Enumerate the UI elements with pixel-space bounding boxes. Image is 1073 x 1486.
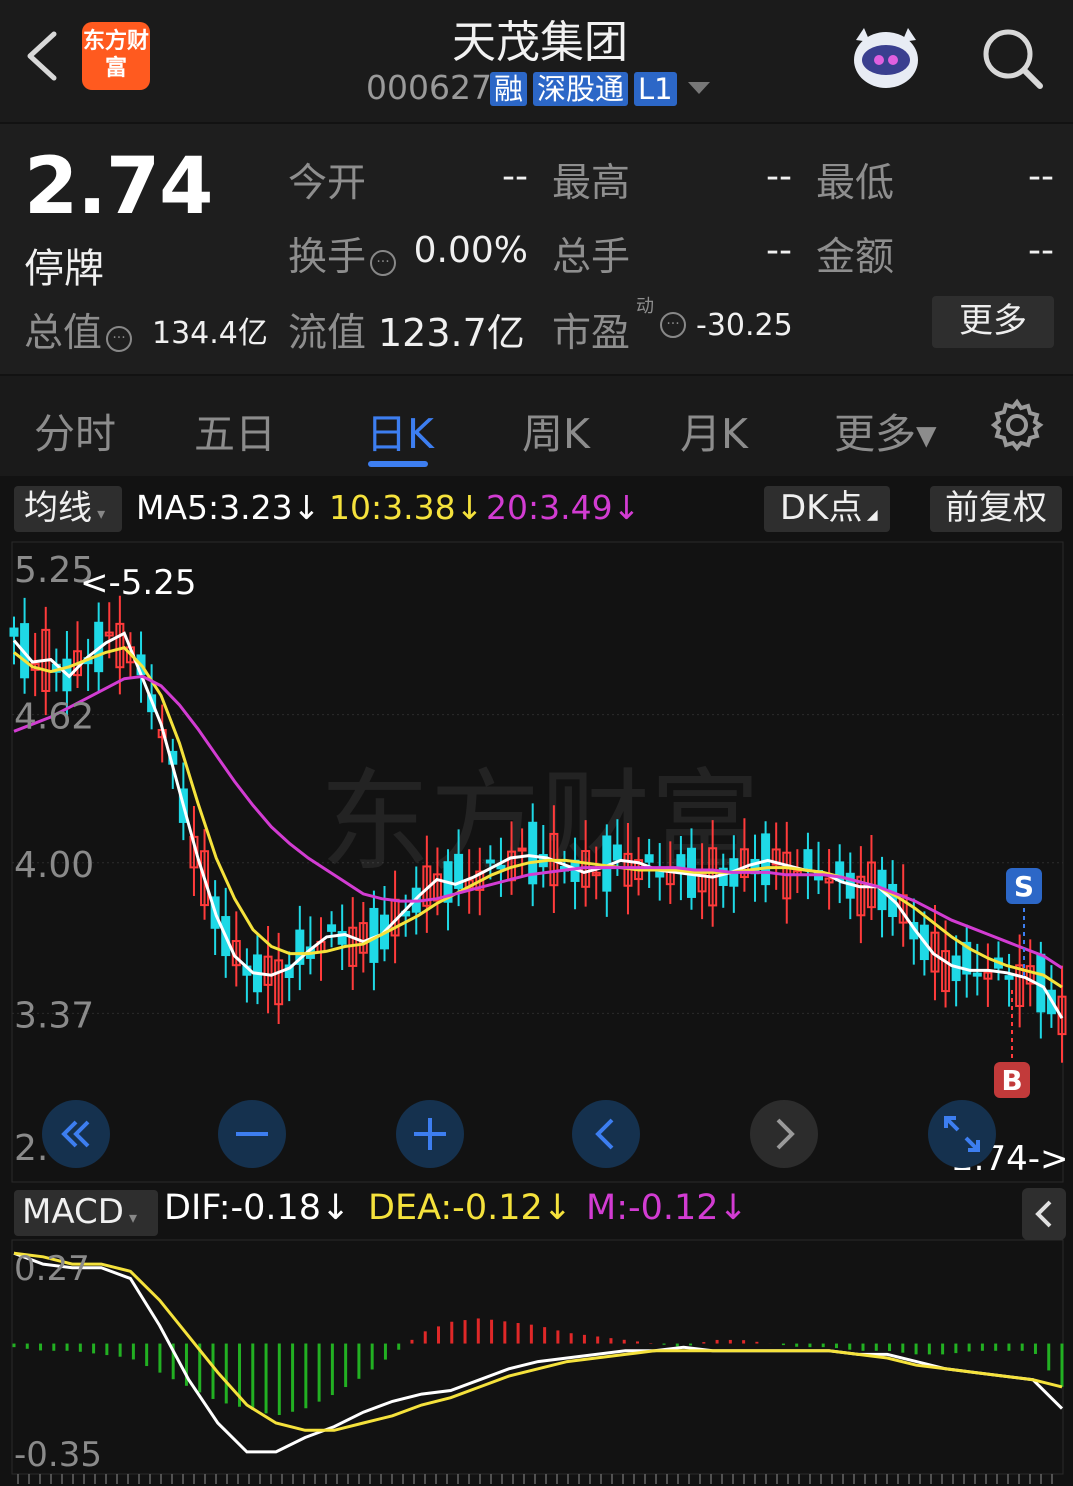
ma20-value: 20:3.49↓ [486, 488, 641, 527]
zoom-in-button[interactable] [396, 1100, 464, 1168]
pe-label: 市盈 [552, 311, 631, 356]
candle-body [327, 924, 337, 932]
mktcap-label: 总值 ··· [24, 302, 133, 358]
dif-value: DIF:-0.18↓ [164, 1188, 351, 1228]
pe-value: -30.25 [696, 308, 793, 343]
volume-label: 总手 [552, 235, 631, 280]
dk-point-button[interactable]: DK点 ◢ [764, 486, 890, 532]
float-cap-label: 流值 [288, 311, 367, 356]
candle-body [972, 972, 982, 977]
plus-icon [414, 1118, 446, 1150]
ma10-value: 10:3.38↓ [329, 488, 484, 527]
y-tick-label: 4.00 [14, 845, 94, 886]
ma5-value: MA5:3.23↓ [136, 488, 321, 527]
app-logo[interactable]: 东方财富 [82, 22, 150, 90]
chevron-right-icon [776, 1118, 795, 1150]
y-tick-label: 3.37 [14, 995, 94, 1036]
back-arrow-icon[interactable] [22, 28, 62, 84]
turnover-label: 换手 ··· [288, 226, 397, 282]
tab-weekly-k[interactable]: 周K [522, 400, 590, 460]
trading-status: 停牌 [24, 246, 104, 292]
candle-body [803, 849, 813, 872]
zoom-out-button[interactable] [218, 1100, 286, 1168]
minus-icon [236, 1132, 268, 1136]
collapse-panel-button[interactable] [1022, 1188, 1066, 1240]
low-label: 最低 [816, 161, 895, 206]
expand-icon [944, 1116, 980, 1152]
info-icon[interactable]: ··· [370, 250, 397, 276]
more-quote-button[interactable]: 更多 [932, 296, 1054, 348]
active-tab-indicator [368, 461, 428, 467]
candle-body [655, 870, 665, 878]
candle-body [517, 847, 527, 852]
info-icon[interactable]: ··· [660, 312, 686, 338]
adjust-mode-button[interactable]: 前复权 [930, 486, 1062, 532]
sell-marker-label: S [1014, 870, 1034, 903]
candle-body [612, 844, 622, 861]
open-value: -- [502, 156, 528, 197]
chevron-down-icon[interactable] [688, 82, 710, 94]
macd-selector[interactable]: MACD ▾ [14, 1190, 158, 1236]
high-label: 最高 [552, 161, 631, 206]
gear-icon[interactable] [990, 398, 1044, 452]
scroll-start-button[interactable] [42, 1100, 110, 1168]
candle-body [9, 627, 19, 637]
robot-avatar-icon[interactable] [846, 20, 926, 96]
indicator-selector[interactable]: 均线 ▾ [14, 486, 122, 532]
candle-body [644, 854, 654, 863]
macd-line-dea [13, 1251, 1063, 1432]
mktcap-value: 134.4亿 [152, 316, 268, 351]
dea-value: DEA:-0.12↓ [368, 1188, 573, 1228]
pe-dynamic-sup: 动 [636, 296, 654, 317]
volume-value: -- [766, 230, 792, 271]
chevron-left-icon [1035, 1200, 1052, 1228]
candle-body [485, 859, 495, 864]
fullscreen-button[interactable] [928, 1100, 996, 1168]
macd-frame [11, 1239, 1064, 1475]
y-tick-label: 4.62 [14, 697, 94, 738]
open-label: 今开 [288, 161, 367, 206]
last-price: 2.74 [24, 142, 213, 232]
candle-body [1004, 975, 1014, 980]
tag-l1[interactable]: L1 [634, 72, 677, 106]
max-price-label: <-5.25 [80, 563, 196, 603]
turnover-value: 0.00% [413, 230, 528, 271]
macd-line-dif [13, 1251, 1064, 1454]
amount-label: 金额 [816, 235, 895, 280]
chevron-left-icon [595, 1118, 614, 1150]
tab-intraday[interactable]: 分时 [34, 400, 116, 460]
tab-daily-k[interactable]: 日K [366, 400, 434, 460]
scroll-right-button[interactable] [750, 1100, 818, 1168]
tag-shenguhong[interactable]: 深股通 [533, 72, 629, 106]
macd-y-tick-label: -0.35 [14, 1435, 102, 1475]
kline-chart[interactable]: 东方财富 5.254.624.003.372.74 <-5.252.74->SB… [0, 540, 1073, 1486]
tag-margin[interactable]: 融 [490, 72, 528, 106]
macd-y-tick-label: 0.27 [14, 1249, 90, 1289]
m-value: M:-0.12↓ [586, 1188, 748, 1228]
tab-five-day[interactable]: 五日 [194, 400, 276, 460]
amount-value: -- [1028, 230, 1054, 271]
info-icon[interactable]: ··· [106, 326, 133, 352]
search-icon[interactable] [978, 24, 1048, 94]
tab-monthly-k[interactable]: 月K [680, 400, 748, 460]
float-cap-value: 123.7亿 [378, 311, 525, 355]
scroll-left-button[interactable] [572, 1100, 640, 1168]
low-value: -- [1028, 156, 1054, 197]
high-value: -- [766, 156, 792, 197]
stock-name: 天茂集团 [452, 17, 628, 68]
stock-code: 000627 [366, 68, 492, 107]
candle-body [496, 864, 506, 870]
buy-marker-label: B [1001, 1064, 1022, 1097]
double-chevron-left-icon [61, 1120, 90, 1148]
tab-more[interactable]: 更多▾ [834, 400, 937, 460]
